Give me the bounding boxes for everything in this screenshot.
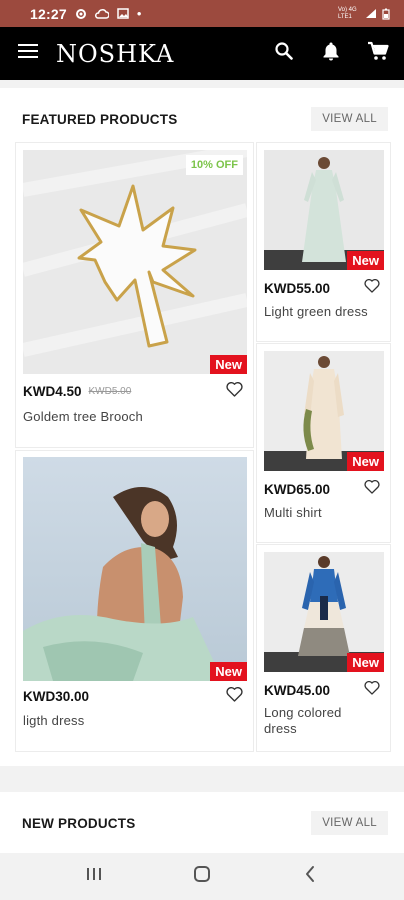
wishlist-heart-icon[interactable] [364, 479, 380, 499]
product-card-long-colored-dress[interactable]: New KWD45.00 Long colored dress [256, 544, 391, 752]
new-products-title: NEW PRODUCTS [22, 815, 136, 831]
product-name: Multi shirt [264, 505, 322, 520]
product-image-long-colored-dress: New [264, 552, 384, 672]
app-bar: NOSHKA [0, 27, 404, 80]
product-name: Long colored dress [264, 705, 342, 736]
wishlist-heart-icon[interactable] [226, 381, 243, 402]
product-image-brooch: 10% OFF New [23, 150, 247, 374]
product-price: KWD45.00 [264, 683, 331, 698]
product-card-light-green-dress[interactable]: New KWD55.00 Light green dress [256, 142, 391, 342]
system-nav-bar [0, 853, 404, 900]
product-name: Light green dress [264, 304, 368, 319]
image-icon [117, 8, 129, 19]
product-image-ligth-dress: New [23, 457, 247, 681]
featured-view-all-button[interactable]: VIEW ALL [311, 107, 388, 131]
search-button[interactable] [260, 27, 307, 80]
discount-badge: 10% OFF [185, 155, 243, 175]
wishlist-heart-icon[interactable] [364, 680, 380, 700]
home-icon [193, 865, 211, 888]
product-card-multi-shirt[interactable]: New KWD65.00 Multi shirt [256, 343, 391, 543]
new-products-view-all-button[interactable]: VIEW ALL [311, 811, 388, 835]
new-badge: New [210, 662, 247, 681]
settings-icon [75, 8, 87, 20]
bell-icon [322, 41, 340, 66]
status-time: 12:27 [30, 5, 67, 22]
product-old-price: KWD5.00 [88, 386, 132, 397]
hamburger-icon [18, 43, 38, 64]
product-price: KWD65.00 [264, 482, 331, 497]
featured-header: FEATURED PRODUCTS VIEW ALL [0, 88, 404, 150]
new-products-header: NEW PRODUCTS VIEW ALL [0, 792, 404, 853]
menu-button[interactable] [0, 27, 56, 80]
new-badge: New [347, 452, 384, 471]
recents-button[interactable] [64, 853, 124, 900]
product-price: KWD4.50 [23, 384, 82, 399]
cart-icon [367, 41, 389, 66]
product-name: Goldem tree Brooch [23, 409, 143, 424]
product-price: KWD55.00 [264, 281, 331, 296]
home-button[interactable] [172, 853, 232, 900]
cart-button[interactable] [354, 27, 401, 80]
notification-dot: • [136, 6, 142, 21]
new-badge: New [347, 251, 384, 270]
search-icon [274, 42, 293, 65]
product-price: KWD30.00 [23, 689, 90, 704]
battery-icon [382, 8, 390, 20]
product-card-brooch[interactable]: 10% OFF New KWD4.50 KWD5.00 Goldem tree … [15, 142, 254, 448]
recents-icon [85, 866, 103, 887]
back-icon [304, 865, 316, 888]
product-name: ligth dress [23, 713, 85, 728]
brand-logo[interactable]: NOSHKA [56, 40, 174, 68]
back-button[interactable] [280, 853, 340, 900]
network-type: Vo) 4G LTE1 [338, 6, 357, 20]
product-card-ligth-dress[interactable]: New KWD30.00 ligth dress [15, 450, 254, 752]
new-badge: New [210, 355, 247, 374]
signal-icon [365, 8, 377, 19]
content-scroll[interactable]: FEATURED PRODUCTS VIEW ALL 10% OFF New K… [0, 80, 404, 853]
featured-title: FEATURED PRODUCTS [22, 111, 178, 127]
new-badge: New [347, 653, 384, 672]
cloud-icon [94, 8, 109, 19]
status-bar: 12:27 • Vo) 4G LTE1 [0, 0, 404, 27]
wishlist-heart-icon[interactable] [226, 686, 243, 707]
product-image-multi-shirt: New [264, 351, 384, 471]
product-image-light-green-dress: New [264, 150, 384, 270]
wishlist-heart-icon[interactable] [364, 278, 380, 298]
notifications-button[interactable] [307, 27, 354, 80]
